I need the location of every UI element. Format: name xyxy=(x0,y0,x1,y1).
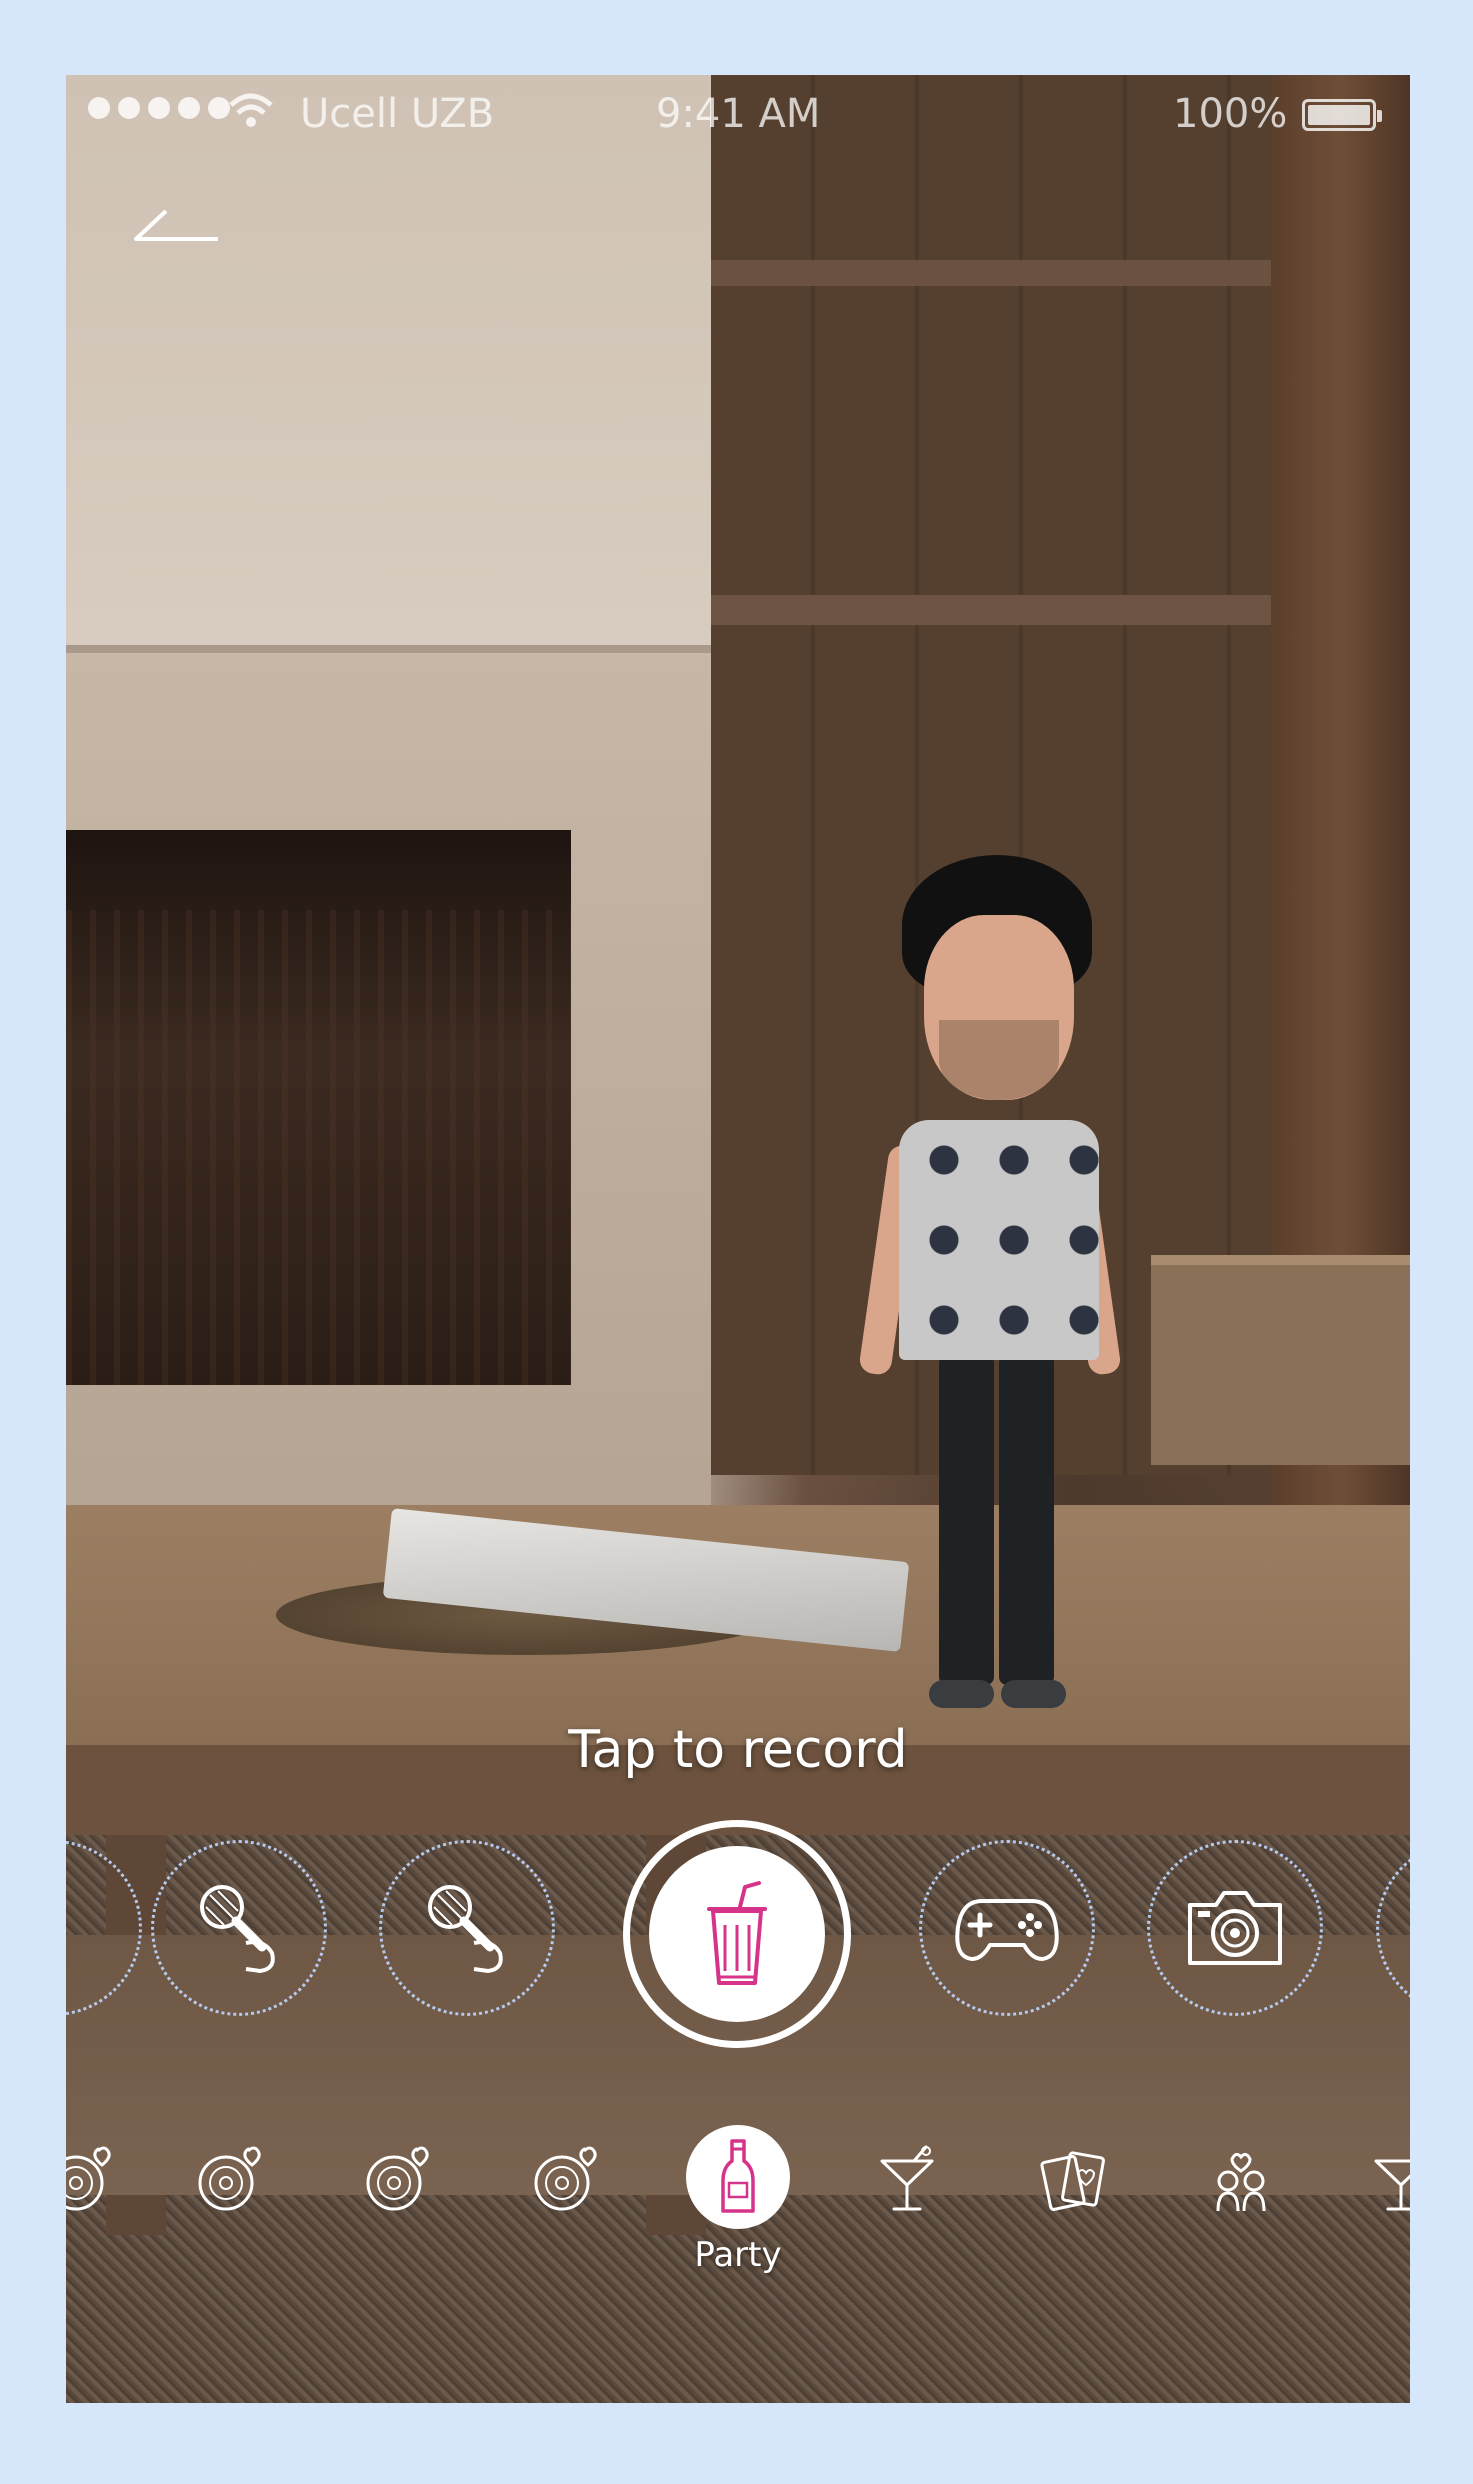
drink-cup-icon xyxy=(707,1881,767,1985)
vinyl-heart-icon xyxy=(534,2146,597,2211)
category-item[interactable] xyxy=(1196,2135,1286,2225)
record-button-inner xyxy=(649,1846,825,2022)
category-item[interactable] xyxy=(1030,2135,1120,2225)
clock: 9:41 AM xyxy=(656,91,821,137)
category-item[interactable] xyxy=(1356,2135,1410,2225)
background-side-table-body xyxy=(1151,1265,1410,1465)
avatar-leg xyxy=(999,1355,1054,1685)
category-item[interactable] xyxy=(354,2135,444,2225)
karaoke-microphone-icon xyxy=(200,1885,275,1973)
wifi-icon xyxy=(229,93,273,127)
action-button-camera[interactable] xyxy=(1147,1840,1323,2016)
background-shelf xyxy=(711,260,1291,286)
action-button-karaoke[interactable] xyxy=(379,1840,555,2016)
avatar-shirt xyxy=(899,1120,1099,1360)
cocktail-glass-icon xyxy=(880,2145,934,2211)
avatar-character[interactable] xyxy=(858,855,1122,1795)
action-button-karaoke[interactable] xyxy=(151,1840,327,2016)
couple-heart-icon xyxy=(1216,2152,1266,2212)
vinyl-heart-icon xyxy=(66,2146,111,2211)
background-shelf xyxy=(711,595,1291,625)
category-label-active: Party xyxy=(694,2235,782,2275)
category-item[interactable] xyxy=(66,2135,126,2225)
avatar-shoe xyxy=(929,1680,994,1708)
back-button[interactable] xyxy=(126,205,226,265)
gamepad-icon xyxy=(955,1899,1059,1961)
back-arrow-icon xyxy=(134,209,218,241)
vinyl-heart-icon xyxy=(366,2146,429,2211)
phone-screen: Ucell UZB 9:41 AM 100% Tap to record Par… xyxy=(66,75,1410,2403)
category-item[interactable] xyxy=(186,2135,276,2225)
avatar-leg xyxy=(939,1355,994,1685)
vinyl-heart-icon xyxy=(198,2146,261,2211)
record-button[interactable] xyxy=(623,1820,851,2048)
camera-icon xyxy=(1188,1891,1282,1965)
avatar-beard xyxy=(939,1020,1059,1100)
avatar-shoe xyxy=(1001,1680,1066,1708)
carrier-name: Ucell UZB xyxy=(300,91,495,137)
champagne-bottle-icon xyxy=(721,2139,755,2213)
playing-cards-icon xyxy=(1040,2151,1105,2211)
karaoke-microphone-icon xyxy=(428,1885,503,1973)
background-fireplace-opening xyxy=(66,830,571,1385)
category-item[interactable] xyxy=(522,2135,612,2225)
cocktail-glass-icon xyxy=(1374,2159,1410,2211)
background-wall xyxy=(66,75,711,645)
battery-percent: 100% xyxy=(1173,91,1288,137)
tap-to-record-label: Tap to record xyxy=(568,1720,908,1780)
category-item-party[interactable] xyxy=(686,2125,790,2229)
battery-icon xyxy=(1302,99,1382,131)
category-item[interactable] xyxy=(862,2135,952,2225)
action-button-games[interactable] xyxy=(919,1840,1095,2016)
signal-strength-icon xyxy=(88,97,230,119)
status-bar: Ucell UZB 9:41 AM 100% xyxy=(66,75,1410,155)
